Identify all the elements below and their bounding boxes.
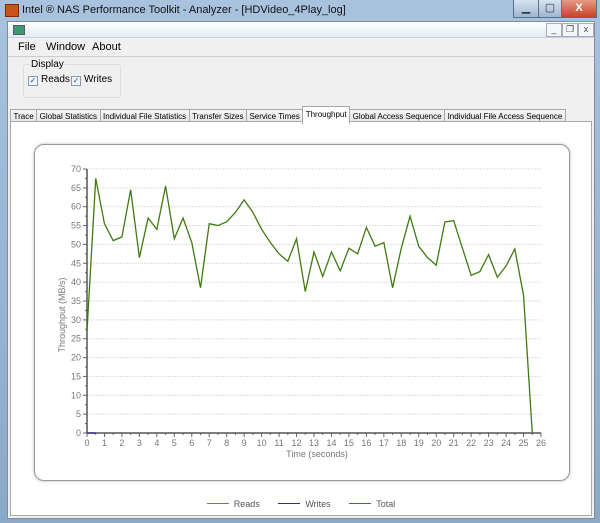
menu-window[interactable]: Window [46, 41, 85, 53]
x-tick-label: 14 [326, 438, 336, 448]
maximize-button[interactable]: ▢ [538, 0, 562, 18]
mdi-restore-button[interactable]: ❐ [562, 23, 578, 37]
x-tick-label: 4 [154, 438, 159, 448]
mdi-child-bar: _ ❐ x [8, 22, 594, 38]
x-tick-label: 3 [137, 438, 142, 448]
x-tick-label: 8 [224, 438, 229, 448]
y-tick-label: 5 [76, 409, 81, 419]
app-window: Intel ® NAS Performance Toolkit - Analyz… [0, 0, 600, 523]
x-tick-label: 15 [344, 438, 354, 448]
menu-file[interactable]: File [18, 41, 36, 53]
y-axis-label: Throughput (MB/s) [57, 277, 67, 352]
throughput-chart: 05101520253035404550556065700 1 2 3 4 5 6 7 8 9 10… [57, 164, 546, 459]
writes-checkbox[interactable]: ✓ Writes [71, 74, 112, 86]
y-tick-label: 10 [71, 390, 81, 400]
menu-bar: File Window About [8, 38, 594, 57]
x-tick-label: 2 [119, 438, 124, 448]
mdi-close-button[interactable]: x [578, 23, 594, 37]
document-icon [13, 25, 25, 35]
y-tick-label: 65 [71, 183, 81, 193]
y-tick-label: 40 [71, 277, 81, 287]
menu-about[interactable]: About [92, 41, 121, 53]
x-tick-label: 19 [414, 438, 424, 448]
reads-label: Reads [41, 74, 70, 85]
x-tick-label: 16 [361, 438, 371, 448]
mdi-minimize-button[interactable]: _ [546, 23, 562, 37]
x-tick-label: 1 [102, 438, 107, 448]
y-tick-label: 35 [71, 296, 81, 306]
x-tick-label: 7 [207, 438, 212, 448]
x-tick-label: 18 [396, 438, 406, 448]
x-tick-label: 6 [189, 438, 194, 448]
y-tick-label: 50 [71, 239, 81, 249]
x-tick-label: 21 [449, 438, 459, 448]
x-tick-label: 20 [431, 438, 441, 448]
x-tick-label: 9 [242, 438, 247, 448]
chart-legend: Reads Writes Total [11, 496, 591, 509]
x-tick-label: 26 [536, 438, 546, 448]
x-tick-label: 5 [172, 438, 177, 448]
x-tick-label: 0 [84, 438, 89, 448]
x-tick-label: 11 [274, 438, 283, 448]
x-axis-label: Time (seconds) [286, 449, 348, 459]
display-group-label: Display [30, 59, 65, 70]
checkmark-icon: ✓ [71, 76, 81, 86]
app-icon [5, 4, 19, 17]
x-tick-label: 17 [379, 438, 389, 448]
y-tick-label: 45 [71, 258, 81, 268]
y-tick-label: 0 [76, 428, 81, 438]
x-tick-label: 10 [257, 438, 267, 448]
window-title: Intel ® NAS Performance Toolkit - Analyz… [22, 4, 346, 16]
writes-label: Writes [84, 74, 113, 85]
legend-total: Total [349, 499, 395, 509]
x-tick-label: 25 [519, 438, 529, 448]
legend-writes: Writes [278, 499, 331, 509]
y-tick-label: 20 [71, 353, 81, 363]
x-tick-label: 22 [466, 438, 476, 448]
y-tick-label: 70 [71, 164, 81, 174]
throughput-page: 0 5 10 15 20 25 30 35 40 45 50 55 60 65 70 0 1 2 3 4 5 6 7 8 9 10… [10, 121, 592, 516]
chart-panel: 0 5 10 15 20 25 30 35 40 45 50 55 60 65 70 0 1 2 3 4 5 6 7 8 9 10… [34, 144, 570, 481]
reads-checkbox[interactable]: ✓ Reads [28, 74, 70, 86]
y-tick-label: 25 [71, 334, 81, 344]
y-tick-label: 15 [71, 371, 81, 381]
tab-throughput[interactable]: Throughput [302, 106, 351, 124]
checkmark-icon: ✓ [28, 76, 38, 86]
y-tick-label: 55 [71, 221, 81, 231]
y-tick-label: 60 [71, 202, 81, 212]
title-bar: Intel ® NAS Performance Toolkit - Analyz… [0, 0, 600, 20]
x-tick-label: 24 [501, 438, 511, 448]
y-tick-label: 30 [71, 315, 81, 325]
client-area: _ ❐ x File Window About Display ✓ Reads ✓… [7, 21, 595, 519]
minimize-button[interactable]: ▁ [513, 0, 539, 18]
x-tick-label: 13 [309, 438, 319, 448]
legend-reads: Reads [206, 499, 260, 509]
close-button[interactable]: X [561, 0, 597, 18]
x-tick-label: 23 [484, 438, 494, 448]
x-tick-label: 12 [292, 438, 302, 448]
